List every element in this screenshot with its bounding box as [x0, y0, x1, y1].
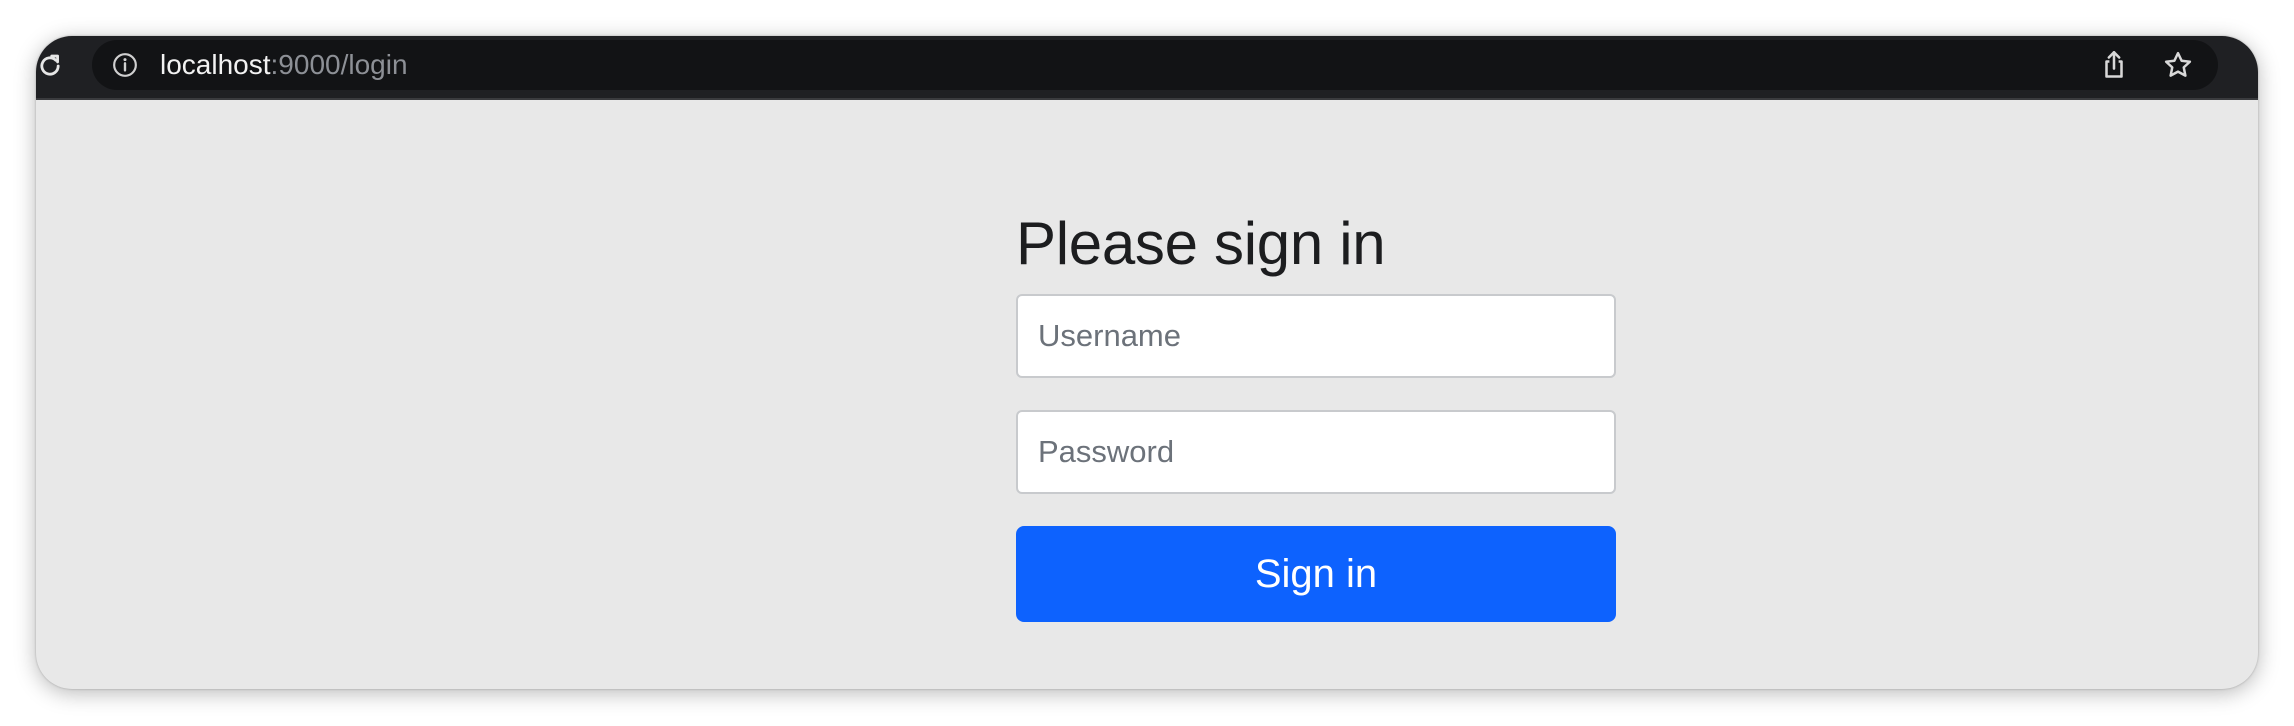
- url-text[interactable]: localhost:9000/login: [160, 48, 408, 82]
- browser-toolbar: localhost:9000/login: [36, 36, 2258, 100]
- password-input[interactable]: [1016, 410, 1616, 494]
- url-path: :9000/login: [270, 49, 408, 80]
- login-form: Please sign in Sign in: [1016, 208, 1616, 622]
- info-icon[interactable]: [112, 52, 138, 78]
- reload-icon[interactable]: [36, 48, 64, 84]
- browser-window: localhost:9000/login Please sign in Sign…: [36, 36, 2258, 689]
- address-bar[interactable]: localhost:9000/login: [92, 40, 2218, 90]
- username-input[interactable]: [1016, 294, 1616, 378]
- share-icon[interactable]: [2098, 49, 2130, 81]
- page-content: Please sign in Sign in: [36, 98, 2258, 689]
- star-icon[interactable]: [2162, 49, 2194, 81]
- sign-in-button[interactable]: Sign in: [1016, 526, 1616, 622]
- page-title: Please sign in: [1016, 210, 1386, 277]
- url-host: localhost: [160, 49, 271, 80]
